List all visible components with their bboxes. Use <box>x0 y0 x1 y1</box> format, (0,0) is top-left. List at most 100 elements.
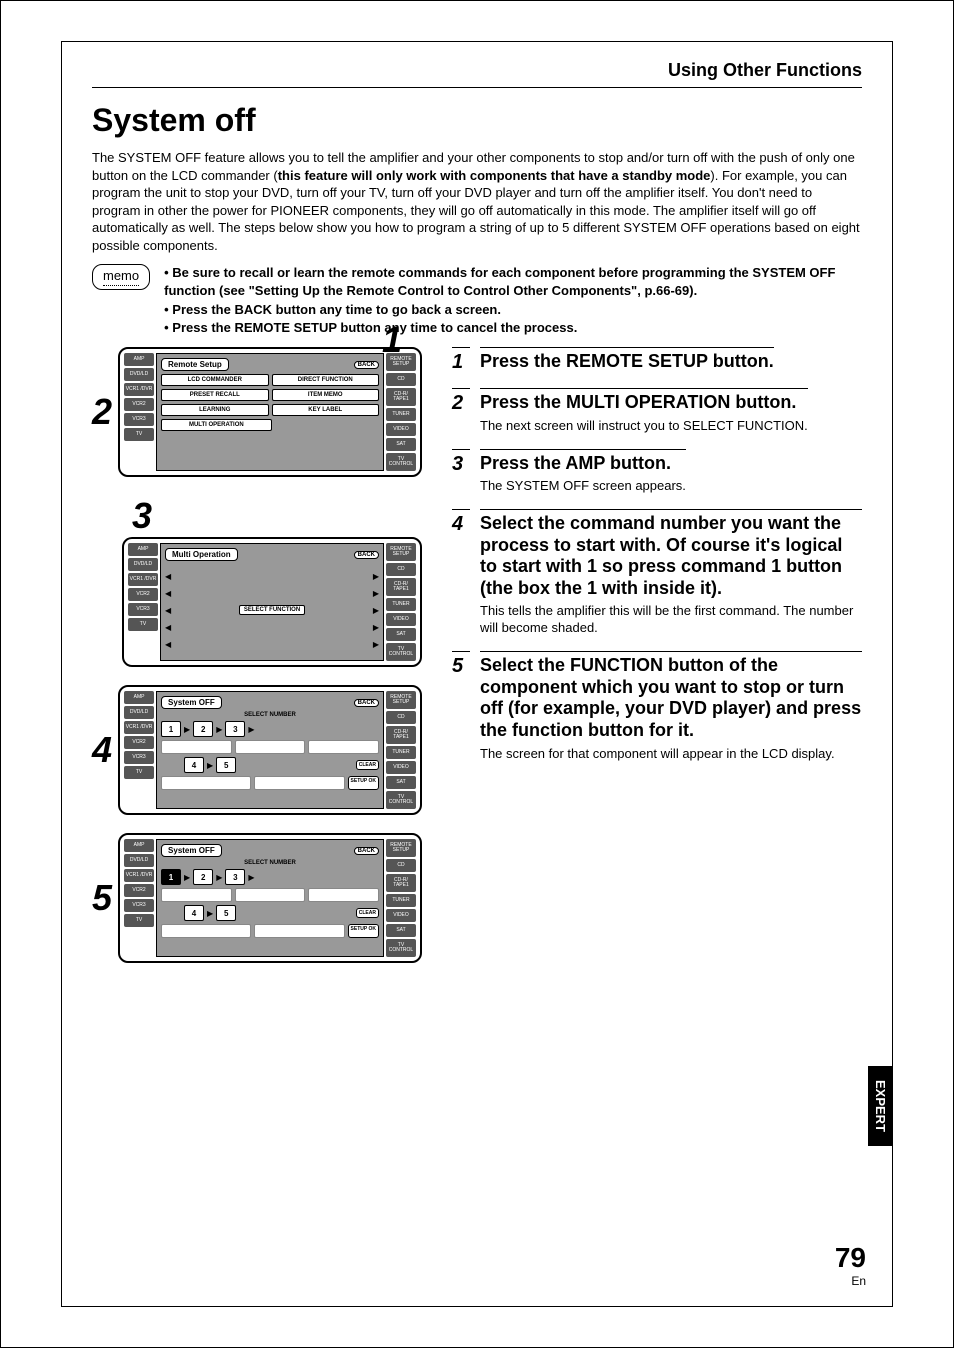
number-2-button[interactable]: 2 <box>193 869 213 885</box>
back-button[interactable]: BACK <box>354 361 379 369</box>
number-5-button[interactable]: 5 <box>216 905 236 921</box>
screen-title: System OFF <box>161 844 222 857</box>
page-number-value: 79 <box>835 1242 866 1274</box>
number-3-button[interactable]: 3 <box>225 869 245 885</box>
side-button[interactable]: VCR2 <box>124 398 154 411</box>
side-button[interactable]: VCR3 <box>128 603 158 616</box>
side-button[interactable]: DVD/LD <box>128 558 158 571</box>
side-button[interactable]: VCR1 /DVR <box>128 573 158 586</box>
side-button[interactable]: CD <box>386 859 416 872</box>
multi-operation-button[interactable]: MULTI OPERATION <box>161 419 272 431</box>
number-1-button-selected[interactable]: 1 <box>161 869 181 885</box>
left-arrow-icon[interactable]: ◀ <box>165 589 171 598</box>
side-button[interactable]: CD <box>386 373 416 386</box>
side-button[interactable]: TV CONTROL <box>386 791 416 809</box>
back-button[interactable]: BACK <box>354 847 379 855</box>
lcd-commander-button[interactable]: LCD COMMANDER <box>161 374 268 386</box>
side-button[interactable]: TUNER <box>386 894 416 907</box>
memo-item: Press the REMOTE SETUP button any time t… <box>164 319 862 337</box>
step-number: 4 <box>452 509 470 637</box>
clear-button[interactable]: CLEAR <box>356 760 379 770</box>
side-button[interactable]: TUNER <box>386 598 416 611</box>
number-2-button[interactable]: 2 <box>193 721 213 737</box>
side-button[interactable]: TV CONTROL <box>386 453 416 471</box>
side-button[interactable]: VIDEO <box>386 613 416 626</box>
step-heading: Press the REMOTE SETUP button. <box>480 347 774 373</box>
side-button[interactable]: VIDEO <box>386 423 416 436</box>
section-tab: EXPERT <box>868 1066 893 1146</box>
item-memo-button[interactable]: ITEM MEMO <box>272 389 379 401</box>
side-button[interactable]: TV <box>124 914 154 927</box>
side-button[interactable]: AMP <box>124 353 154 366</box>
side-button[interactable]: CD <box>386 563 416 576</box>
number-5-button[interactable]: 5 <box>216 757 236 773</box>
direct-function-button[interactable]: DIRECT FUNCTION <box>272 374 379 386</box>
right-arrow-icon[interactable]: ▶ <box>373 572 379 581</box>
side-button[interactable]: TUNER <box>386 408 416 421</box>
right-arrow-icon[interactable]: ▶ <box>373 640 379 649</box>
side-button[interactable]: REMOTE SETUP <box>386 691 416 709</box>
side-button[interactable]: VIDEO <box>386 909 416 922</box>
memo-item: Press the BACK button any time to go bac… <box>164 301 862 319</box>
side-button[interactable]: AMP <box>124 691 154 704</box>
setup-ok-button[interactable]: SETUP OK <box>348 924 379 938</box>
number-3-button[interactable]: 3 <box>225 721 245 737</box>
number-1-button[interactable]: 1 <box>161 721 181 737</box>
step-description: The screen for that component will appea… <box>480 746 862 763</box>
side-button[interactable]: REMOTE SETUP <box>386 839 416 857</box>
right-arrow-icon: ▶ <box>184 725 190 734</box>
back-button[interactable]: BACK <box>354 551 379 559</box>
right-arrow-icon[interactable]: ▶ <box>373 589 379 598</box>
side-button[interactable]: VCR2 <box>124 884 154 897</box>
side-button[interactable]: DVD/LD <box>124 368 154 381</box>
callout-4: 4 <box>92 729 112 771</box>
clear-button[interactable]: CLEAR <box>356 908 379 918</box>
side-button[interactable]: TV CONTROL <box>386 643 416 661</box>
side-button[interactable]: DVD/LD <box>124 854 154 867</box>
side-button[interactable]: CD <box>386 711 416 724</box>
step-number: 2 <box>452 388 470 434</box>
side-button[interactable]: VCR3 <box>124 899 154 912</box>
side-button[interactable]: TV <box>124 766 154 779</box>
right-arrow-icon[interactable]: ▶ <box>373 623 379 632</box>
side-button[interactable]: TV <box>128 618 158 631</box>
side-button[interactable]: VCR3 <box>124 751 154 764</box>
side-button[interactable]: CD-R/ TAPE1 <box>386 578 416 596</box>
side-button[interactable]: TUNER <box>386 746 416 759</box>
left-arrow-icon[interactable]: ◀ <box>165 572 171 581</box>
side-button[interactable]: AMP <box>124 839 154 852</box>
memo-badge: memo <box>92 264 150 290</box>
side-button[interactable]: VCR1 /DVR <box>124 869 154 882</box>
remote-figure-5: AMP DVD/LD VCR1 /DVR VCR2 VCR3 TV System… <box>118 833 422 963</box>
side-button[interactable]: SAT <box>386 438 416 451</box>
side-button[interactable]: SAT <box>386 924 416 937</box>
side-button[interactable]: DVD/LD <box>124 706 154 719</box>
left-arrow-icon[interactable]: ◀ <box>165 606 171 615</box>
right-arrow-icon: ▶ <box>216 873 222 882</box>
side-button[interactable]: CD-R/ TAPE1 <box>386 388 416 406</box>
left-arrow-icon[interactable]: ◀ <box>165 623 171 632</box>
side-button[interactable]: VCR1 /DVR <box>124 383 154 396</box>
number-4-button[interactable]: 4 <box>184 757 204 773</box>
left-arrow-icon[interactable]: ◀ <box>165 640 171 649</box>
side-button[interactable]: SAT <box>386 776 416 789</box>
key-label-button[interactable]: KEY LABEL <box>272 404 379 416</box>
learning-button[interactable]: LEARNING <box>161 404 268 416</box>
side-button[interactable]: VIDEO <box>386 761 416 774</box>
side-button[interactable]: VCR1 /DVR <box>124 721 154 734</box>
side-button[interactable]: SAT <box>386 628 416 641</box>
right-arrow-icon[interactable]: ▶ <box>373 606 379 615</box>
side-button[interactable]: AMP <box>128 543 158 556</box>
side-button[interactable]: CD-R/ TAPE1 <box>386 726 416 744</box>
preset-recall-button[interactable]: PRESET RECALL <box>161 389 268 401</box>
number-4-button[interactable]: 4 <box>184 905 204 921</box>
setup-ok-button[interactable]: SETUP OK <box>348 776 379 790</box>
side-button[interactable]: CD-R/ TAPE1 <box>386 874 416 892</box>
side-button[interactable]: TV CONTROL <box>386 939 416 957</box>
side-button[interactable]: VCR2 <box>128 588 158 601</box>
side-button[interactable]: REMOTE SETUP <box>386 543 416 561</box>
side-button[interactable]: TV <box>124 428 154 441</box>
back-button[interactable]: BACK <box>354 699 379 707</box>
side-button[interactable]: VCR3 <box>124 413 154 426</box>
side-button[interactable]: VCR2 <box>124 736 154 749</box>
